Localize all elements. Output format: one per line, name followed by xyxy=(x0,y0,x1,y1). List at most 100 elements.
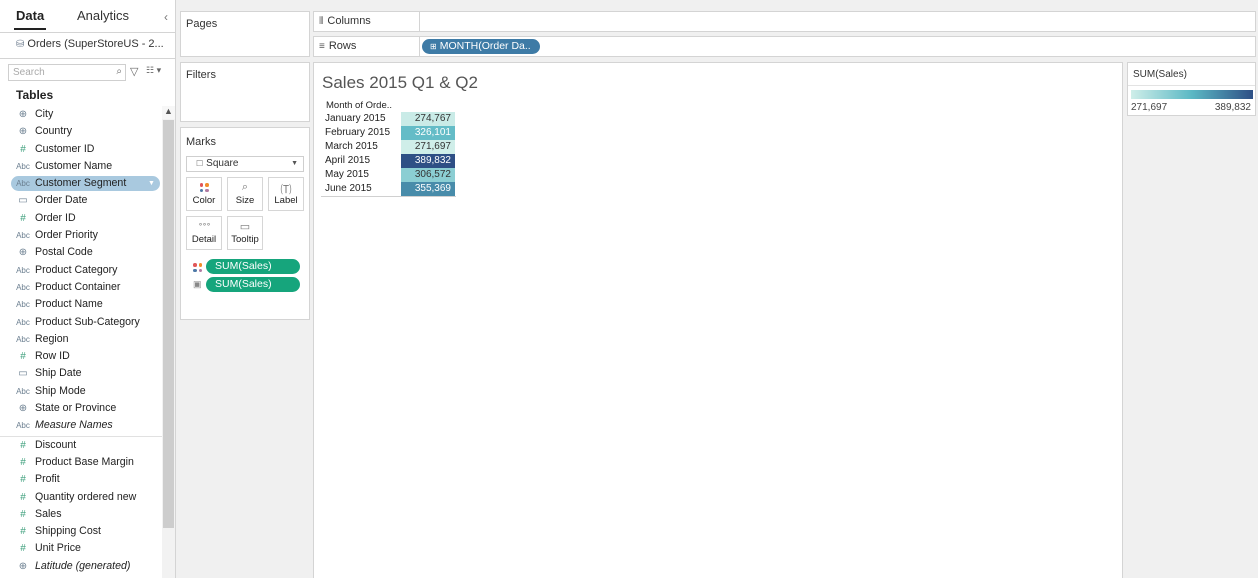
tab-analytics[interactable]: Analytics xyxy=(77,8,129,23)
globe-icon: ⊕ xyxy=(18,126,28,138)
view-options-icon[interactable]: ☷ ▾ xyxy=(146,65,161,76)
marks-field-row-label: ▣ SUM(Sales) xyxy=(193,277,301,292)
search-icon[interactable]: ⌕ xyxy=(116,66,122,77)
globe-icon: ⊕ xyxy=(18,247,28,259)
field-name: Ship Date xyxy=(35,367,82,380)
search-input[interactable] xyxy=(9,65,113,80)
filters-title: Filters xyxy=(186,69,216,81)
filter-icon[interactable]: ▽ xyxy=(130,65,138,78)
field-item[interactable]: Abc Product Container xyxy=(0,279,162,296)
field-item[interactable]: # Quantity ordered new xyxy=(0,489,162,506)
mark-type-dropdown[interactable]: ☐ Square ▼ xyxy=(186,156,304,172)
field-name: Customer ID xyxy=(35,142,95,155)
field-name: Postal Code xyxy=(35,246,93,259)
sum-sales-color-pill[interactable]: SUM(Sales) xyxy=(206,259,300,274)
string-icon: Abc xyxy=(16,161,30,171)
field-list: ⊕ City ⊕ Country # Customer ID Abc Customer Nam… xyxy=(0,106,162,575)
divider xyxy=(0,58,176,59)
field-item[interactable]: Abc Product Category xyxy=(0,262,162,279)
tab-data[interactable]: Data xyxy=(13,8,47,30)
field-item[interactable]: Abc Ship Mode xyxy=(0,383,162,400)
collapse-pane-icon[interactable]: ‹ xyxy=(164,10,168,24)
pages-shelf[interactable]: Pages xyxy=(180,11,310,57)
field-item[interactable]: ▭ Order Date xyxy=(0,192,162,209)
heatmap-cell[interactable]: 326,101 xyxy=(401,126,455,140)
field-item[interactable]: Abc Order Priority xyxy=(0,227,162,244)
color-button[interactable]: Color xyxy=(186,177,222,211)
size-button[interactable]: ⌕ Size xyxy=(227,177,263,211)
heatmap-cell[interactable]: 306,572 xyxy=(401,168,455,182)
field-name: Product Container xyxy=(35,280,121,293)
field-item[interactable]: Abc Measure Names xyxy=(0,417,162,434)
field-name: Latitude (generated) xyxy=(35,559,131,572)
columns-shelf[interactable]: ⦀ Columns xyxy=(313,11,1256,32)
field-item[interactable]: # Product Base Margin xyxy=(0,454,162,471)
field-item[interactable]: # Shipping Cost xyxy=(0,523,162,540)
field-item[interactable]: ⊕ State or Province xyxy=(0,400,162,417)
marks-card: Marks ☐ Square ▼ Color ⌕ Size 🄣 Label ∘∘∘… xyxy=(180,127,310,320)
month-label[interactable]: May 2015 xyxy=(325,168,369,182)
worksheet-view[interactable]: Sales 2015 Q1 & Q2 Month of Orde.. Janua… xyxy=(313,62,1123,578)
field-item[interactable]: Abc Product Sub-Category xyxy=(0,314,162,331)
field-name: Order ID xyxy=(35,211,76,224)
field-item[interactable]: ⊕ City xyxy=(0,106,162,123)
month-label[interactable]: February 2015 xyxy=(325,126,390,140)
tooltip-button[interactable]: ▭ Tooltip xyxy=(227,216,263,250)
scroll-up-icon[interactable]: ▲ xyxy=(162,106,175,119)
sum-sales-label-pill[interactable]: SUM(Sales) xyxy=(206,277,300,292)
field-item[interactable]: # Unit Price xyxy=(0,540,162,557)
search-box[interactable]: ⌕ xyxy=(8,64,126,81)
field-name: Country xyxy=(35,125,73,138)
field-item[interactable]: # Row ID xyxy=(0,348,162,365)
date-icon: ⊞ xyxy=(430,42,437,51)
month-label[interactable]: April 2015 xyxy=(325,154,370,168)
columns-icon: ⦀ xyxy=(319,16,324,27)
detail-button[interactable]: ∘∘∘ Detail xyxy=(186,216,222,250)
field-item[interactable]: Abc Product Name xyxy=(0,296,162,313)
columns-label: Columns xyxy=(327,15,371,27)
field-item[interactable]: # Customer ID xyxy=(0,141,162,158)
filters-shelf[interactable]: Filters xyxy=(180,62,310,122)
heatmap-row: May 2015 306,572 xyxy=(321,168,456,182)
legend-max-label: 389,832 xyxy=(1214,102,1251,113)
field-item[interactable]: # Order ID xyxy=(0,210,162,227)
field-item[interactable]: # Sales xyxy=(0,506,162,523)
color-icon xyxy=(187,181,221,195)
field-item[interactable]: ⊕ Latitude (generated) xyxy=(0,558,162,575)
field-item[interactable]: ⊕ Country xyxy=(0,123,162,140)
field-name: Profit xyxy=(35,473,60,486)
field-name: Ship Mode xyxy=(35,384,86,397)
field-menu-caret-icon[interactable]: ▼ xyxy=(148,175,155,192)
heatmap-cell[interactable]: 274,767 xyxy=(401,112,455,126)
label-encoding-icon: ▣ xyxy=(193,279,202,289)
number-icon: # xyxy=(20,212,26,224)
field-item[interactable]: # Profit xyxy=(0,471,162,488)
month-order-date-pill[interactable]: ⊞ MONTH(Order Da.. xyxy=(422,39,540,54)
field-item[interactable]: Abc Region xyxy=(0,331,162,348)
datasource-item[interactable]: ⛁ Orders (SuperStoreUS - 2... xyxy=(16,38,164,50)
field-item[interactable]: ⊕ Postal Code xyxy=(0,244,162,261)
field-item[interactable]: ▭ Ship Date xyxy=(0,365,162,382)
divider xyxy=(0,32,176,33)
heatmap-cell[interactable]: 271,697 xyxy=(401,140,455,154)
row-header-month[interactable]: Month of Orde.. xyxy=(326,100,392,111)
color-legend[interactable]: SUM(Sales) 271,697 389,832 xyxy=(1127,62,1256,116)
month-label[interactable]: March 2015 xyxy=(325,140,378,154)
field-item[interactable]: Abc Customer Name xyxy=(0,158,162,175)
heatmap-cell[interactable]: 389,832 xyxy=(401,154,455,168)
field-item[interactable]: # Discount xyxy=(0,437,162,454)
month-label[interactable]: January 2015 xyxy=(325,112,386,126)
rows-shelf[interactable]: ≡ Rows ⊞ MONTH(Order Da.. xyxy=(313,36,1256,57)
heatmap-row: April 2015 389,832 xyxy=(321,154,456,168)
data-pane: Data Analytics ‹ ⛁ Orders (SuperStoreUS -… xyxy=(0,0,176,578)
square-icon: ☐ xyxy=(196,159,204,168)
field-name: Order Priority xyxy=(35,229,98,242)
number-icon: # xyxy=(20,456,26,468)
detail-label: Detail xyxy=(191,234,217,245)
heatmap-cell[interactable]: 355,369 xyxy=(401,182,455,196)
field-item[interactable]: Abc Customer Segment ▼ xyxy=(0,175,162,192)
label-button[interactable]: 🄣 Label xyxy=(268,177,304,211)
scrollbar[interactable]: ▲ xyxy=(162,106,175,578)
month-label[interactable]: June 2015 xyxy=(325,182,372,196)
scroll-thumb[interactable] xyxy=(163,120,174,528)
